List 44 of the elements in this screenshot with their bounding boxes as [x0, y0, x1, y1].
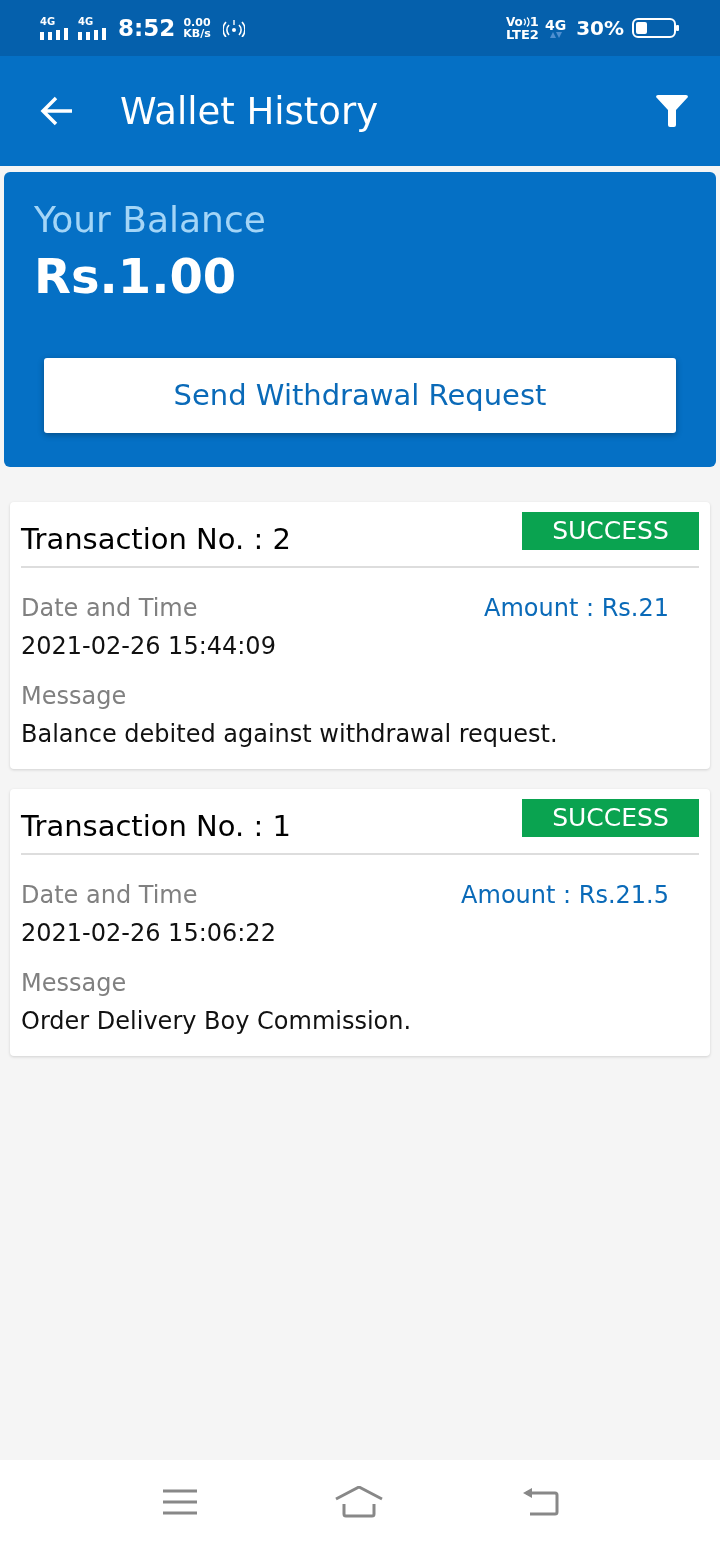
data-speed-unit: KB/s	[183, 28, 211, 39]
clock-text: 8:52	[118, 16, 176, 40]
balance-label: Your Balance	[34, 198, 267, 242]
date-label: Date and Time	[21, 593, 199, 624]
back-arrow-icon	[40, 96, 74, 126]
back-button[interactable]	[40, 94, 74, 128]
message-label: Message	[21, 681, 128, 712]
network-type-label: 4G	[544, 18, 567, 32]
balance-amount: Rs.1.00	[34, 247, 238, 306]
battery-percent: 30%	[576, 18, 624, 38]
network-type-label: 4G	[40, 16, 56, 27]
message-label: Message	[21, 968, 128, 999]
amount-text: Amount : Rs.21.5	[461, 880, 669, 911]
withdrawal-request-button[interactable]: Send Withdrawal Request	[44, 358, 676, 433]
signal-bars-icon	[40, 27, 70, 40]
message-text: Balance debited against withdrawal request.	[21, 719, 559, 750]
filter-button[interactable]	[654, 93, 690, 129]
lte-label: LTE2	[505, 28, 539, 41]
message-text: Order Delivery Boy Commission.	[21, 1006, 413, 1037]
menu-icon	[163, 1489, 197, 1515]
status-badge: SUCCESS	[522, 512, 699, 550]
transaction-title: Transaction No. : 2	[21, 521, 291, 558]
return-arrow-icon	[523, 1488, 559, 1516]
data-arrows-icon	[549, 32, 562, 38]
battery-icon	[632, 18, 680, 38]
date-value: 2021-02-26 15:44:09	[21, 631, 276, 662]
call-waves-icon	[522, 16, 530, 27]
date-value: 2021-02-26 15:06:22	[21, 918, 276, 949]
filter-icon	[655, 94, 689, 128]
hotspot-icon	[222, 19, 245, 37]
back-nav-button[interactable]	[522, 1487, 560, 1517]
status-badge: SUCCESS	[522, 799, 699, 837]
signal-bars-icon	[78, 27, 108, 40]
amount-text: Amount : Rs.21	[484, 593, 669, 624]
menu-button[interactable]	[162, 1487, 198, 1517]
home-button[interactable]	[334, 1485, 384, 1519]
date-label: Date and Time	[21, 880, 199, 911]
sim-number: 1	[529, 15, 539, 28]
home-icon	[335, 1486, 383, 1518]
network-type-label: 4G	[78, 16, 94, 27]
data-speed-value: 0.00	[183, 17, 211, 28]
transaction-title: Transaction No. : 1	[21, 808, 291, 845]
volte-label: Vo	[505, 15, 523, 28]
page-title: Wallet History	[120, 92, 379, 130]
